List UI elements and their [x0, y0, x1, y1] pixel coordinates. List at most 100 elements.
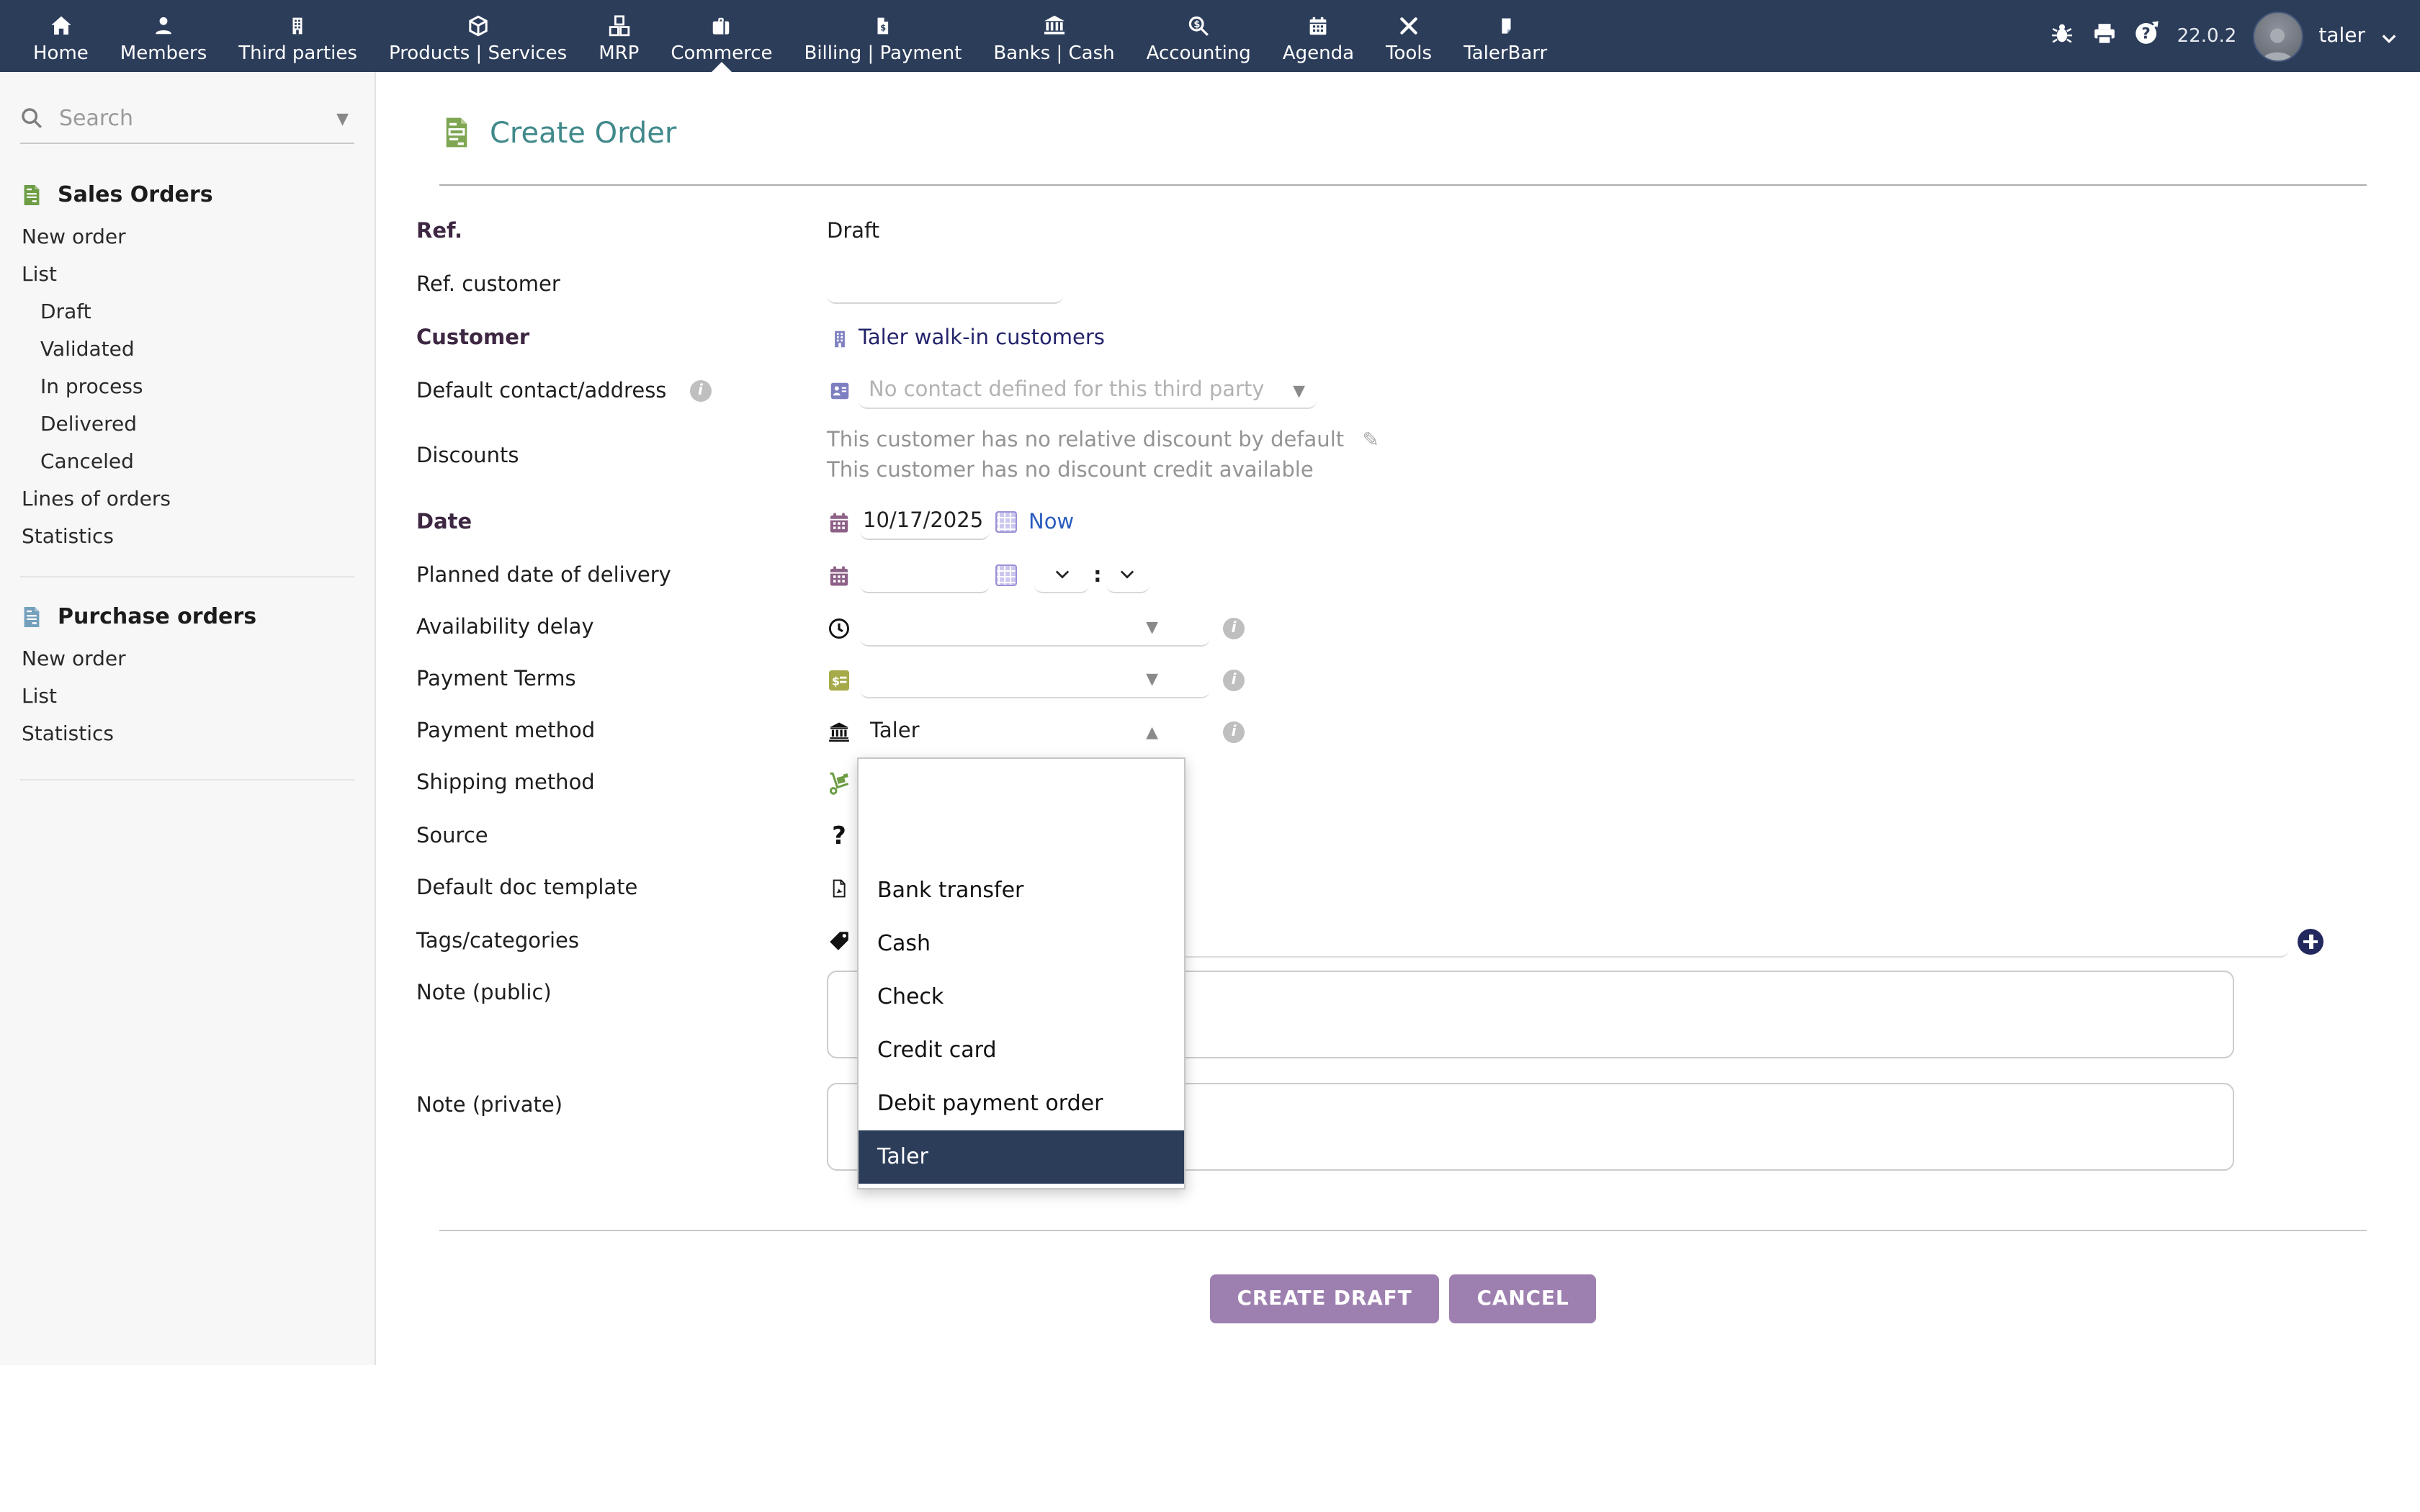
dropdown-option-cash[interactable]: Cash	[859, 917, 1184, 971]
contact-select-arrow-icon: ▼	[1293, 381, 1305, 400]
dropdown-option-taler[interactable]: Taler	[859, 1130, 1184, 1184]
row-payment-method: Payment method Taler ▲ i	[416, 706, 2420, 757]
date-picker-button[interactable]	[995, 511, 1017, 533]
ref-customer-input[interactable]	[827, 267, 1063, 303]
username-label[interactable]: taler	[2318, 24, 2365, 48]
header-divider	[439, 184, 2367, 186]
third-parties-icon	[289, 12, 308, 40]
delivery-date-label: Planned date of delivery	[416, 564, 827, 587]
chevron-down-icon[interactable]	[2381, 22, 2397, 50]
sidebar-item-po-list[interactable]: List	[0, 678, 375, 716]
sidebar-item-canceled[interactable]: Canceled	[0, 444, 375, 481]
edit-discount-icon[interactable]: ✎	[1362, 429, 1379, 452]
banks-icon	[1042, 12, 1065, 40]
delivery-date-picker-button[interactable]	[995, 564, 1017, 586]
calendar-icon	[827, 510, 851, 534]
payment-method-info-icon[interactable]: i	[1223, 721, 1245, 742]
sidebar-item-po-statistics[interactable]: Statistics	[0, 716, 375, 753]
row-source: Source ?	[416, 809, 2420, 863]
payment-terms-info-icon[interactable]: i	[1223, 669, 1245, 690]
svg-text:$: $	[1194, 19, 1201, 30]
sidebar-item-lines-of-orders[interactable]: Lines of orders	[0, 481, 375, 518]
sidebar-item-statistics[interactable]: Statistics	[0, 518, 375, 556]
avatar[interactable]	[2252, 11, 2303, 61]
sidebar-item-new-order[interactable]: New order	[0, 219, 375, 256]
sales-orders-items: New order List Draft Validated In proces…	[0, 219, 375, 556]
search-dropdown-arrow[interactable]: ▼	[336, 109, 349, 127]
sidebar-header-sales-orders[interactable]: Sales Orders	[0, 181, 375, 207]
print-icon[interactable]	[2092, 21, 2118, 51]
nav-item-commerce[interactable]: Commerce	[655, 0, 788, 72]
nav-item-banks-cash[interactable]: Banks | Cash	[977, 0, 1130, 72]
accounting-icon: $	[1187, 12, 1210, 40]
nav-item-members[interactable]: Members	[104, 0, 223, 72]
nav-item-agenda[interactable]: Agenda	[1267, 0, 1370, 72]
nav-item-home[interactable]: Home	[17, 0, 104, 72]
time-colon: :	[1093, 564, 1102, 587]
create-draft-button[interactable]: CREATE DRAFT	[1209, 1274, 1439, 1323]
now-link[interactable]: Now	[1028, 510, 1074, 534]
search-input[interactable]	[56, 104, 336, 132]
delivery-date-input[interactable]	[860, 557, 990, 593]
top-navbar: Home Members Third parties	[0, 0, 2420, 72]
tag-icon	[827, 930, 851, 952]
payment-method-dropdown: Bank transfer Cash Check Credit card Deb…	[857, 757, 1186, 1189]
availability-info-icon[interactable]: i	[1223, 617, 1245, 639]
action-buttons: CREATE DRAFT CANCEL	[439, 1274, 2367, 1323]
delivery-hour-select[interactable]	[1034, 557, 1089, 593]
question-mark-icon: ?	[827, 822, 851, 850]
nav-item-talerbarr[interactable]: TalerBarr	[1448, 0, 1563, 72]
dropdown-option-empty[interactable]	[859, 811, 1184, 864]
nav-item-third-parties[interactable]: Third parties	[223, 0, 373, 72]
date-input[interactable]	[860, 504, 990, 540]
availability-select[interactable]: ▼	[860, 610, 1210, 646]
sales-orders-icon	[20, 182, 43, 207]
dropdown-option-credit-card[interactable]: Credit card	[859, 1024, 1184, 1077]
purchase-orders-items: New order List Statistics	[0, 641, 375, 753]
nav-items: Home Members Third parties	[0, 0, 1563, 72]
nav-item-mrp[interactable]: MRP	[583, 0, 655, 72]
payment-terms-select-arrow-icon: ▼	[1146, 670, 1158, 688]
row-ref-customer: Ref. customer	[416, 258, 2420, 312]
sidebar-item-po-new-order[interactable]: New order	[0, 641, 375, 678]
shipping-label: Shipping method	[416, 772, 827, 795]
sidebar-item-in-process[interactable]: In process	[0, 369, 375, 406]
contact-info-icon[interactable]: i	[689, 380, 711, 402]
payment-method-select[interactable]: Taler ▲	[860, 720, 1210, 743]
add-tag-button[interactable]	[2298, 928, 2323, 954]
nav-item-tools[interactable]: Tools	[1370, 0, 1448, 72]
dropdown-option-check[interactable]: Check	[859, 971, 1184, 1024]
create-order-icon	[441, 115, 472, 150]
sidebar-item-validated[interactable]: Validated	[0, 331, 375, 369]
cancel-button[interactable]: CANCEL	[1450, 1274, 1597, 1323]
customer-link[interactable]: Taler walk-in customers	[859, 327, 1105, 350]
nav-item-accounting[interactable]: $ Accounting	[1131, 0, 1267, 72]
bug-report-icon[interactable]	[2049, 21, 2076, 51]
note-private-label: Note (private)	[416, 1094, 827, 1117]
sidebar-divider	[20, 576, 354, 577]
help-icon[interactable]: ?	[2134, 20, 2161, 52]
contact-select[interactable]: No contact defined for this third party …	[859, 373, 1317, 409]
row-ref: Ref. Draft	[416, 206, 2420, 258]
nav-item-billing-payment[interactable]: $ Billing | Payment	[789, 0, 978, 72]
shipping-dolly-icon	[827, 772, 851, 795]
dropdown-option-bank-transfer[interactable]: Bank transfer	[859, 864, 1184, 917]
sidebar: ▼ Sales Orders New order List Draft Vali…	[0, 72, 376, 1365]
sidebar-item-draft[interactable]: Draft	[0, 294, 375, 331]
members-icon	[153, 12, 174, 40]
nav-item-products-services[interactable]: Products | Services	[373, 0, 583, 72]
payment-method-value: Taler	[870, 720, 920, 743]
availability-select-arrow-icon: ▼	[1146, 618, 1158, 636]
sidebar-item-list[interactable]: List	[0, 256, 375, 294]
delivery-minute-select[interactable]	[1106, 557, 1150, 593]
sidebar-item-delivered[interactable]: Delivered	[0, 406, 375, 444]
dropdown-option-debit-payment-order[interactable]: Debit payment order	[859, 1077, 1184, 1130]
dropdown-search-input[interactable]	[879, 772, 1170, 809]
products-icon	[467, 12, 490, 40]
row-note-public: Note (public)	[416, 968, 2420, 1080]
discounts-label: Discounts	[416, 445, 827, 468]
payment-terms-select[interactable]: ▼	[860, 662, 1210, 698]
search-icon	[20, 107, 43, 130]
dropdown-search	[879, 772, 1164, 808]
sidebar-header-purchase-orders[interactable]: Purchase orders	[0, 603, 375, 629]
